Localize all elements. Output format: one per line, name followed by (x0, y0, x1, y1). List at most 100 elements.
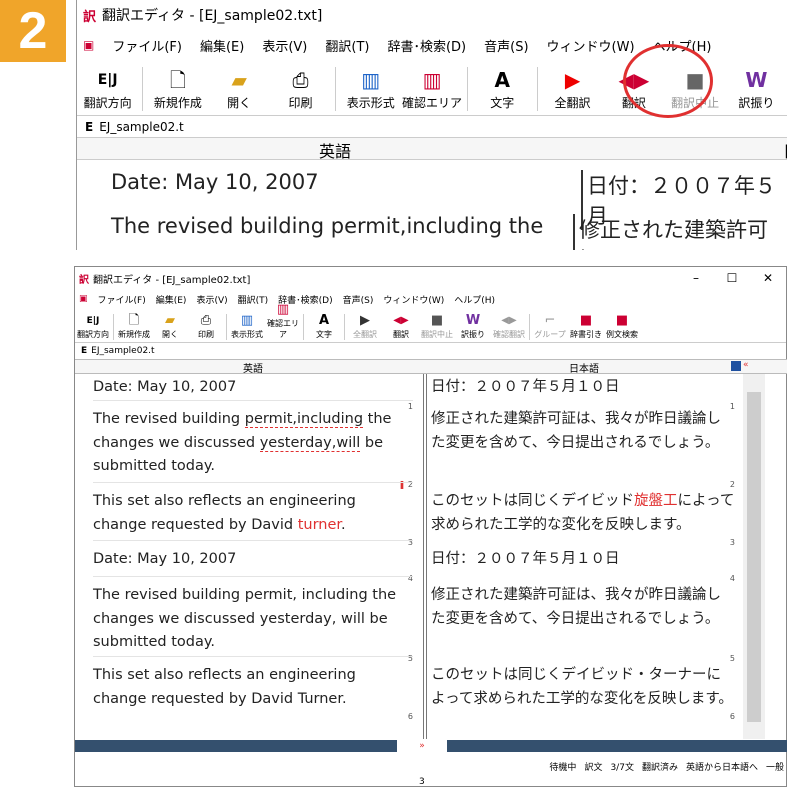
menu-edit[interactable]: 編集(E) (200, 36, 244, 55)
m-direction-button[interactable]: E|J 翻訳方向 (75, 313, 111, 342)
bottom-pane-bar[interactable]: » (75, 740, 787, 752)
en-segment[interactable]: This set also reflects an engineering ch… (93, 664, 413, 711)
ja-segment[interactable]: このセットは同じくデイビッド旋盤工によって求められた工学的な変化を反映します。 (431, 490, 735, 537)
m-stop-icon: ■ (430, 313, 444, 328)
app-icon: 訳 (83, 9, 97, 25)
m-stop-label: 翻訳中止 (421, 330, 453, 339)
m-check-translate-button[interactable]: ◀▶ 確認翻訳 (491, 313, 527, 342)
ja-segment-num: 2 (729, 480, 735, 489)
m-document-tab[interactable]: E EJ_sample02.t (75, 343, 786, 359)
m-play-icon: ▶ (360, 313, 370, 328)
font-button[interactable]: A 文字 (472, 68, 533, 115)
m-furigana-button[interactable]: W 訳振り (455, 313, 491, 342)
english-column: Date: May 10, 2007 1 The revised buildin… (75, 374, 423, 739)
m-font-label: 文字 (316, 330, 332, 339)
m-folder-icon: ▰ (165, 313, 175, 328)
en-segment[interactable]: The revised building permit, including t… (93, 584, 413, 655)
main-menu-translate[interactable]: 翻訳(T) (238, 293, 269, 306)
japanese-column: 日付：２００７年５月１０日 1 修正された建築許可証は、我々が昨日議論した変更を… (427, 374, 765, 739)
en-segment[interactable]: The revised building permit,including th… (93, 408, 413, 479)
ja-segment[interactable]: 日付：２００７年５月１０日 (431, 548, 735, 572)
menu-dictionary[interactable]: 辞書･検索(D) (387, 36, 466, 55)
m-ej-icon: E|J (86, 316, 100, 326)
m-new-doc-icon: 🗋 (128, 313, 140, 328)
status-state: 待機中 (549, 762, 577, 773)
ja-segment[interactable]: 修正された建築許可証は、我々が昨日議論した変更を含めて、今日提出されるでしょう。 (431, 584, 735, 631)
window-title: 翻訳エディタ - [EJ_sample02.txt] (102, 8, 323, 24)
m-dictionary-button[interactable]: ■ 辞書引き (568, 313, 604, 342)
document-tab[interactable]: E EJ_sample02.t (77, 116, 787, 138)
expand-pane-icon[interactable]: » (397, 740, 447, 752)
status-count: 3/7文 (610, 762, 634, 773)
collapse-icon[interactable] (731, 361, 741, 371)
m-font-icon: A (318, 313, 330, 328)
menu-translate[interactable]: 翻訳(T) (325, 36, 369, 55)
main-menu-voice[interactable]: 音声(S) (343, 293, 374, 306)
m-group-button[interactable]: ⌐ グループ (532, 313, 568, 342)
zoom-ja-2: 修正された建築許可証 (573, 214, 787, 250)
m-stop-button[interactable]: ■ 翻訳中止 (419, 313, 455, 342)
zoomed-window: 訳 翻訳エディタ - [EJ_sample02.txt] ▣ ファイル(F) 編… (76, 0, 787, 250)
minimize-button[interactable]: – (678, 267, 714, 289)
document-icon: E (85, 119, 94, 134)
check-area-label: 確認エリア (402, 96, 463, 110)
ja-segment[interactable]: このセットは同じくデイビッド・ターナーによって求められた工学的な変化を反映します… (431, 664, 735, 711)
en-segment[interactable]: This set also reflects an engineering ch… (93, 490, 413, 537)
main-window-title: 翻訳エディタ - [EJ_sample02.txt] (93, 274, 251, 286)
check-area-icon: ▥ (422, 68, 442, 92)
new-button[interactable]: 🗋 新規作成 (147, 68, 208, 115)
m-furigana-label: 訳振り (461, 330, 485, 339)
zoom-en-1: Date: May 10, 2007 (111, 170, 319, 194)
close-pane-icon[interactable]: « (743, 360, 749, 370)
m-print-button[interactable]: ⎙ 印刷 (188, 313, 224, 342)
check-area-button[interactable]: ▥ 確認エリア (401, 68, 462, 115)
menu-window[interactable]: ウィンドウ(W) (547, 36, 635, 55)
highlight-circle (623, 44, 713, 118)
m-font-button[interactable]: A 文字 (306, 313, 342, 342)
m-translate-all-button[interactable]: ▶ 全翻訳 (347, 313, 383, 342)
display-format-button[interactable]: ▥ 表示形式 (340, 68, 401, 115)
scrollbar-thumb[interactable] (747, 392, 761, 722)
status-domain: 一般 (765, 762, 784, 773)
title-bar: 訳 翻訳エディタ - [EJ_sample02.txt] (77, 0, 787, 30)
direction-button[interactable]: E|J 翻訳方向 (77, 68, 138, 115)
translate-all-button[interactable]: ▶ 全翻訳 (542, 68, 603, 115)
m-open-button[interactable]: ▰ 開く (152, 313, 188, 342)
vertical-scrollbar[interactable] (743, 374, 765, 739)
m-document-icon: E (81, 346, 88, 356)
main-menu-view[interactable]: 表示(V) (196, 293, 227, 306)
menu-file[interactable]: ファイル(F) (112, 36, 182, 55)
main-menu-edit[interactable]: 編集(E) (156, 293, 187, 306)
new-label: 新規作成 (153, 96, 202, 110)
main-toolbar: E|J 翻訳方向 🗋 新規作成 ▰ 開く ⎙ 印刷 ▥ 表示形式 ▥ 確認エリア A 文字 ▶… (75, 302, 786, 343)
menu-view[interactable]: 表示(V) (262, 36, 307, 55)
print-label: 印刷 (288, 96, 313, 110)
m-display-format-label: 表示形式 (231, 330, 263, 339)
m-check-area-button[interactable]: ▥ 確認エリア (265, 302, 301, 342)
m-new-label: 新規作成 (118, 330, 150, 339)
main-menu-help[interactable]: ヘルプ(H) (454, 293, 495, 306)
translate-all-label: 全翻訳 (554, 96, 591, 110)
en-segment[interactable]: Date: May 10, 2007 (93, 376, 413, 400)
print-button[interactable]: ⎙ 印刷 (270, 68, 331, 115)
status-translated: 翻訳済み (641, 762, 678, 773)
m-display-format-button[interactable]: ▥ 表示形式 (229, 313, 265, 342)
translation-grid: 英語 日本語 « Date: May 10, 2007 1 The revise… (75, 359, 787, 739)
menu-voice[interactable]: 音声(S) (484, 36, 528, 55)
m-new-button[interactable]: 🗋 新規作成 (116, 313, 152, 342)
m-translate-button[interactable]: ◀▶ 翻訳 (383, 313, 419, 342)
close-button[interactable]: ✕ (750, 267, 786, 289)
m-example-search-button[interactable]: ■ 例文検索 (604, 313, 640, 342)
ja-segment[interactable]: 修正された建築許可証は、我々が昨日議論した変更を含めて、今日提出されるでしょう。 (431, 408, 735, 455)
main-menu-file[interactable]: ファイル(F) (98, 293, 146, 306)
furigana-button[interactable]: W 訳振り (726, 68, 787, 115)
direction-label: 翻訳方向 (83, 96, 132, 110)
ja-segment[interactable]: 日付：２００７年５月１０日 (431, 376, 735, 400)
maximize-button[interactable]: ☐ (714, 267, 750, 289)
main-menu-window[interactable]: ウィンドウ(W) (383, 293, 444, 306)
play-icon: ▶ (564, 68, 581, 92)
m-translate-label: 翻訳 (393, 330, 409, 339)
open-button[interactable]: ▰ 開く (209, 68, 270, 115)
en-segment[interactable]: Date: May 10, 2007 (93, 548, 413, 572)
furigana-icon: W (745, 68, 768, 92)
